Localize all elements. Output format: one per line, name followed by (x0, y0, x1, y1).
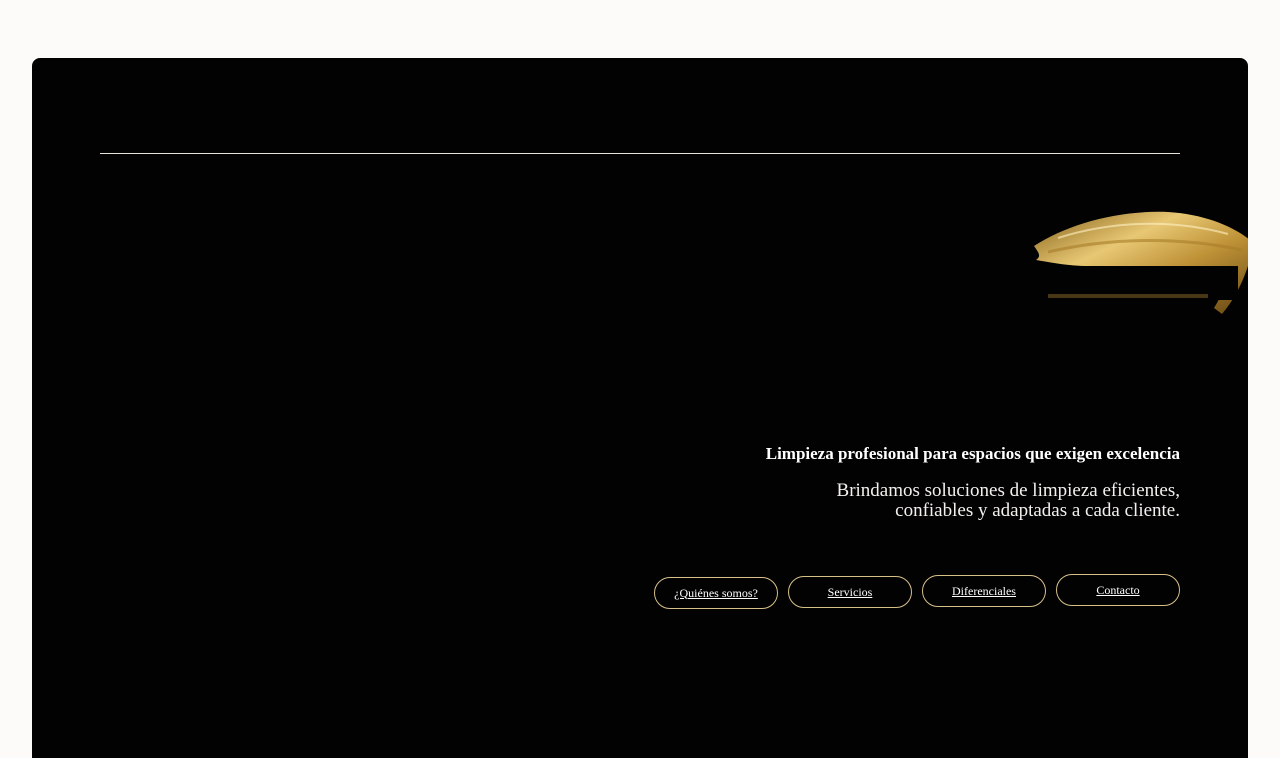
gold-brush-stroke (1028, 204, 1248, 324)
hero-subline-line-1: Brindamos soluciones de limpieza eficien… (836, 480, 1180, 501)
hero-subline-line-2: confiables y adaptadas a cada cliente. (895, 500, 1180, 521)
nav-button-diferenciales[interactable]: Diferenciales (922, 575, 1046, 607)
nav-button-servicios[interactable]: Servicios (788, 576, 912, 608)
hero-nav: ¿Quiénes somos? Servicios Diferenciales … (654, 574, 1180, 609)
nav-button-quienes-somos[interactable]: ¿Quiénes somos? (654, 577, 778, 609)
top-divider (100, 153, 1180, 154)
hero-card: Limpieza profesional para espacios que e… (32, 58, 1248, 758)
nav-button-contacto[interactable]: Contacto (1056, 574, 1180, 606)
hero-headline: Limpieza profesional para espacios que e… (765, 444, 1180, 463)
hero-subline: Brindamos soluciones de limpieza eficien… (660, 481, 1180, 521)
